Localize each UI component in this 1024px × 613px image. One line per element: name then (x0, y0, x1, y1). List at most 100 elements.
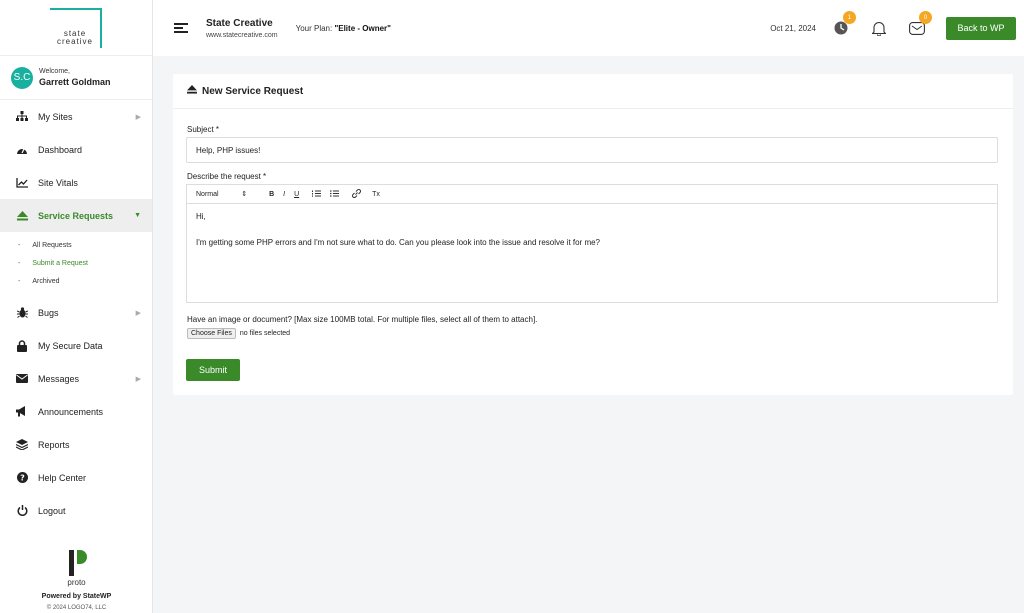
sidebar-item-label: Site Vitals (38, 177, 78, 188)
plan-value: "Elite - Owner" (334, 23, 391, 33)
sidebar-item-messages[interactable]: Messages ▶ (0, 362, 152, 395)
sidebar: state creative S.C Welcome, Garrett Gold… (0, 0, 153, 613)
plan-label: Your Plan: (295, 23, 333, 33)
sidebar-item-label: Logout (38, 505, 66, 516)
submenu-item-label: All Requests (32, 241, 72, 249)
site-name: State Creative (206, 17, 273, 29)
sidebar-item-my-secure-data[interactable]: My Secure Data (0, 329, 152, 362)
link-icon[interactable] (352, 188, 362, 200)
sidebar-item-logout[interactable]: Logout (0, 494, 152, 527)
sidebar-item-label: Reports (38, 439, 70, 450)
proto-wordmark: proto (67, 578, 86, 587)
submenu-item-submit-request[interactable]: - Submit a Request (0, 254, 152, 272)
site-url: www.statecreative.com (206, 31, 278, 39)
eject-icon (15, 210, 29, 222)
current-date: Oct 21, 2024 (770, 23, 816, 33)
chart-line-icon (15, 177, 29, 189)
sidebar-item-help-center[interactable]: ? Help Center (0, 461, 152, 494)
mail-badge: 0 (919, 11, 932, 24)
envelope-icon (15, 373, 29, 385)
sidebar-item-bugs[interactable]: Bugs ▶ (0, 296, 152, 329)
site-title-block: State Creative www.statecreative.com (206, 18, 278, 39)
submit-button[interactable]: Submit (186, 359, 240, 381)
history-button[interactable]: 1 (830, 11, 856, 39)
state-creative-logo[interactable]: state creative (50, 7, 102, 48)
describe-label: Describe the request * (187, 172, 267, 181)
format-select[interactable]: Normal ⇕ (196, 190, 256, 198)
copyright-text: © 2024 LOGO74, LLC (46, 605, 107, 611)
sidebar-item-label: Service Requests (38, 210, 114, 221)
sidebar-item-site-vitals[interactable]: Site Vitals (0, 166, 152, 199)
proto-logo[interactable] (67, 550, 87, 576)
sidebar-item-label: Bugs (38, 307, 59, 318)
sidebar-item-label: Help Center (38, 472, 87, 483)
sidebar-item-announcements[interactable]: Announcements (0, 395, 152, 428)
avatar[interactable]: S.C (11, 66, 33, 89)
bell-icon (872, 21, 886, 36)
select-arrows-icon: ⇕ (241, 191, 248, 198)
subject-input[interactable]: Help, PHP issues! (186, 137, 998, 163)
bullet-list-icon[interactable] (330, 189, 340, 199)
clear-format-button[interactable]: Tx (372, 191, 380, 198)
editor-line: Hi, (196, 212, 206, 221)
submenu-item-label: Archived (32, 277, 60, 285)
page-title: New Service Request (202, 85, 304, 97)
sidebar-item-label: Announcements (38, 406, 104, 417)
subject-label: Subject * (187, 125, 220, 134)
sidebar-item-label: Messages (38, 373, 80, 384)
description-editor[interactable]: Hi, I'm getting some PHP errors and I'm … (186, 204, 998, 303)
submenu-item-all-requests[interactable]: - All Requests (0, 236, 152, 254)
service-requests-submenu: - All Requests - Submit a Request - Archive… (0, 232, 152, 296)
powered-by-text: Powered by StateWP (41, 593, 112, 600)
logo-line2: creative (56, 36, 93, 46)
attach-label: Have an image or document? [Max size 100… (187, 315, 538, 324)
logo-area[interactable]: state creative (0, 0, 152, 56)
clock-badge: 1 (843, 11, 856, 24)
italic-button[interactable]: I (283, 191, 285, 198)
sidebar-item-label: My Sites (38, 111, 73, 122)
back-to-wp-button[interactable]: Back to WP (946, 16, 1016, 40)
user-name: Garrett Goldman (39, 77, 111, 87)
sidebar-item-reports[interactable]: Reports (0, 428, 152, 461)
plan-info: Your Plan: "Elite - Owner" (296, 24, 391, 33)
submenu-item-archived[interactable]: - Archived (0, 272, 152, 290)
editor-toolbar: Normal ⇕ B I U Tx (186, 184, 998, 204)
chevron-right-icon: ▶ (135, 309, 141, 317)
menu-toggle-icon[interactable] (174, 21, 188, 35)
lock-icon (15, 339, 29, 352)
sidebar-item-dashboard[interactable]: Dashboard (0, 133, 152, 166)
sidebar-item-label: Dashboard (38, 144, 83, 155)
gauge-icon (15, 144, 29, 156)
welcome-greeting: Welcome, (39, 68, 70, 75)
svg-text:?: ? (20, 473, 25, 482)
bug-icon (15, 307, 29, 319)
ordered-list-icon[interactable] (312, 190, 322, 199)
eject-icon (187, 85, 197, 97)
welcome-panel: S.C Welcome, Garrett Goldman (0, 56, 152, 100)
power-icon (15, 505, 29, 517)
messages-button[interactable]: 0 (906, 11, 932, 39)
chevron-down-icon: ▼ (134, 212, 141, 219)
underline-button[interactable]: U (294, 191, 299, 198)
question-circle-icon: ? (15, 472, 29, 484)
chevron-right-icon: ▶ (135, 375, 141, 383)
chevron-right-icon: ▶ (135, 113, 141, 121)
layers-icon (15, 439, 29, 451)
no-files-text: no files selected (239, 330, 291, 337)
sidebar-item-service-requests[interactable]: Service Requests ▼ (0, 199, 152, 232)
megaphone-icon (15, 406, 29, 418)
bold-button[interactable]: B (269, 191, 274, 198)
sidebar-footer: proto Powered by StateWP © 2024 LOGO74, … (0, 550, 153, 613)
sidebar-item-my-sites[interactable]: My Sites ▶ (0, 100, 152, 133)
sidebar-item-label: My Secure Data (38, 340, 103, 351)
editor-line: I'm getting some PHP errors and I'm not … (196, 238, 601, 247)
sitemap-icon (15, 111, 29, 123)
notifications-button[interactable] (868, 17, 890, 39)
choose-files-button[interactable]: Choose Files (187, 328, 236, 339)
card-header: New Service Request (173, 74, 1013, 109)
service-request-card: New Service Request Subject * Help, PHP … (173, 74, 1013, 395)
format-select-value: Normal (196, 191, 219, 198)
top-header: State Creative www.statecreative.com You… (153, 0, 1024, 56)
submenu-item-label: Submit a Request (32, 259, 88, 267)
file-upload-row: Choose Files no files selected (187, 328, 290, 339)
